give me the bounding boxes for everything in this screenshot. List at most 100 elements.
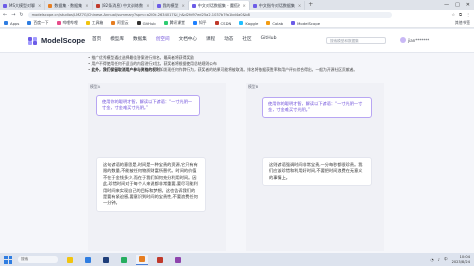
close-tab-icon[interactable]: × (298, 3, 301, 8)
browser-tab[interactable]: 数据集 · 数据集 × (45, 1, 93, 10)
bookmark-label: CSDN (220, 20, 232, 26)
close-tab-icon[interactable]: × (38, 3, 41, 8)
tab-label: MS大模型对聊 (9, 2, 35, 8)
close-tab-icon[interactable]: × (146, 3, 149, 8)
close-tab-icon[interactable]: × (243, 3, 246, 8)
logo-text: ModelScope (41, 36, 86, 45)
maximize-button[interactable]: □ (455, 0, 460, 10)
bookmark-label: 百度一下 (33, 20, 49, 25)
browser-tab[interactable]: 我的模型 × (154, 1, 189, 10)
description-line-3: 此外，我们保留取消用户参与资格的权利如发现任何作弊行为，获奖者的结果可能将被取消… (88, 67, 386, 73)
input-method[interactable]: 中 (444, 257, 448, 262)
bookmark-favicon-icon (4, 21, 8, 25)
close-tab-icon[interactable]: × (85, 3, 88, 8)
description: 推广优秀模型通过选择最佳答案进行排名，最高者将获得奖励 用户不得使用任何不适当的… (88, 55, 386, 73)
nav-item[interactable]: 首页 (92, 36, 101, 42)
model-a-label: 模型A (90, 84, 101, 89)
site-search-input[interactable]: 搜索模型和数据集 (326, 37, 386, 44)
logo-icon (28, 36, 38, 45)
nav-item[interactable]: 课程 (206, 36, 215, 42)
model-answer-bubble: 这句谚语的意思是,时间是一种宝贵的资源,它只有有限的数量,不能被任何物质财富所替… (96, 157, 206, 212)
bookmark-item[interactable]: 工具箱 (85, 20, 104, 26)
bookmark-label: GitHub (142, 20, 156, 26)
clock-date: 2023/8/24 (451, 259, 470, 264)
taskbar-app[interactable] (136, 254, 148, 265)
wifi-icon[interactable]: ◔ (431, 258, 434, 262)
browser-tab[interactable]: (82条消息) 中文训练数据 × (93, 1, 154, 10)
bookmark-item[interactable]: Kaggle (239, 21, 258, 26)
bookmark-label: Apps (10, 20, 20, 26)
bookmark-item[interactable]: Colab (266, 21, 283, 26)
nav-item[interactable]: GitHub (261, 36, 277, 42)
browser-tab[interactable]: MS大模型对聊 × (0, 1, 46, 10)
menu-icon[interactable]: ⋮ (466, 12, 470, 17)
description-line-3-bold: 此外，我们保留取消用户参与资格的权利 (91, 67, 160, 72)
tab-label: (82条消息) 中文训练数据 (101, 2, 144, 8)
bookmark-item[interactable]: Apps (4, 21, 19, 26)
nav-item[interactable]: 创空间 (156, 36, 170, 42)
model-b-panel: 模型B 使用你的聪明才智，解读以下谚语：“一寸光阴一寸金，寸金难买寸光阴。” 这… (246, 83, 384, 251)
tab-label: 中文对话数据集 - 魔搭社区 (197, 2, 240, 8)
logo[interactable]: ModelScope (28, 36, 85, 45)
app-icon (103, 256, 109, 263)
bookmark-label: 工具箱 (91, 20, 104, 25)
minimize-button[interactable]: — (444, 0, 449, 10)
taskbar-search[interactable]: 搜索 (18, 256, 58, 263)
bookmark-favicon-icon (163, 21, 168, 25)
user-menu[interactable]: jian******* (400, 37, 429, 43)
bookmark-item[interactable]: CSDN (214, 20, 232, 26)
windows-start-icon[interactable] (4, 255, 12, 264)
close-tab-icon[interactable]: × (182, 3, 185, 8)
star-icon[interactable]: ☆ (452, 12, 456, 17)
extensions-icon[interactable]: ⧉ (459, 12, 462, 17)
bookmark-item[interactable]: 阿里云 (111, 20, 129, 26)
bookmark-label: 阿里云 (117, 20, 129, 25)
forward-arrow-icon[interactable]: → (11, 12, 15, 18)
other-bookmarks[interactable]: 其他书签 (455, 20, 474, 26)
tab-label: 数据集 · 数据集 (54, 2, 83, 8)
site-header: ModelScope 首页 模型库 数据集 创空间 文档中心 课程 动态 社区 GitHub 搜… (0, 29, 474, 53)
bookmark-favicon-icon (56, 21, 61, 25)
nav-item[interactable]: 模型库 (110, 36, 124, 42)
nav-item[interactable]: 文档中心 (179, 36, 197, 42)
new-tab-button[interactable]: + (305, 0, 316, 10)
model-b-label: 模型B (248, 84, 259, 89)
bookmark-item[interactable]: GitHub (136, 20, 156, 26)
taskbar-app[interactable] (154, 255, 166, 264)
system-tray: ◔ ♪ 中 10:04 2023/8/24 (431, 255, 474, 264)
browser-tab[interactable]: 中文对话数据集 - 魔搭社区× (188, 1, 250, 10)
app-icon (121, 256, 127, 263)
nav-item[interactable]: 数据集 (133, 36, 147, 42)
bookmark-item[interactable]: 哔哩哔哩 (56, 20, 78, 26)
browser-actions: ☆ ⧉ ⋮ (452, 12, 474, 17)
taskbar-app[interactable] (118, 255, 130, 264)
bookmark-label: Colab (272, 20, 284, 26)
taskbar-app[interactable] (100, 255, 112, 264)
tab-label: 中文指令对话数据集 (258, 2, 295, 8)
bookmark-favicon-icon (214, 21, 219, 25)
taskbar-app[interactable] (82, 255, 94, 264)
bookmark-item[interactable]: 腾讯课堂 (163, 20, 185, 26)
bookmark-item[interactable]: 知乎 (192, 20, 207, 26)
bookmark-favicon-icon (27, 21, 32, 25)
tab-favicon-icon (156, 3, 161, 8)
app-icon (85, 256, 91, 263)
bookmark-item[interactable]: ModelScope (291, 21, 320, 26)
url-field[interactable]: modelscope.cn/studios/LMZ7G/Chinese-Annu… (27, 11, 392, 18)
taskbar-app[interactable] (64, 255, 76, 264)
bookmark-item[interactable]: 百度一下 (27, 20, 49, 26)
close-window-button[interactable]: ✕ (466, 0, 470, 10)
browser-tab[interactable]: 中文指令对话数据集 × (250, 1, 306, 10)
speaker-icon[interactable]: ♪ (438, 258, 440, 262)
reload-icon[interactable]: ↻ (19, 12, 23, 18)
bookmark-favicon-icon (136, 21, 141, 25)
back-arrow-icon[interactable]: ← (3, 12, 7, 18)
clock[interactable]: 10:04 2023/8/24 (452, 255, 470, 264)
nav-item[interactable]: 动态 (224, 36, 233, 42)
browser-window: MS大模型对聊 × 数据集 · 数据集 × (82条消息) 中文训练数据 × 我的模型 × 中文… (0, 0, 474, 266)
taskbar-app[interactable] (172, 255, 184, 264)
address-bar: ← → ↻ modelscope.cn/studios/LMZ7G/Chines… (0, 10, 474, 19)
bookmark-favicon-icon (111, 21, 116, 25)
tab-favicon-icon (252, 3, 257, 8)
nav-item[interactable]: 社区 (242, 36, 251, 42)
